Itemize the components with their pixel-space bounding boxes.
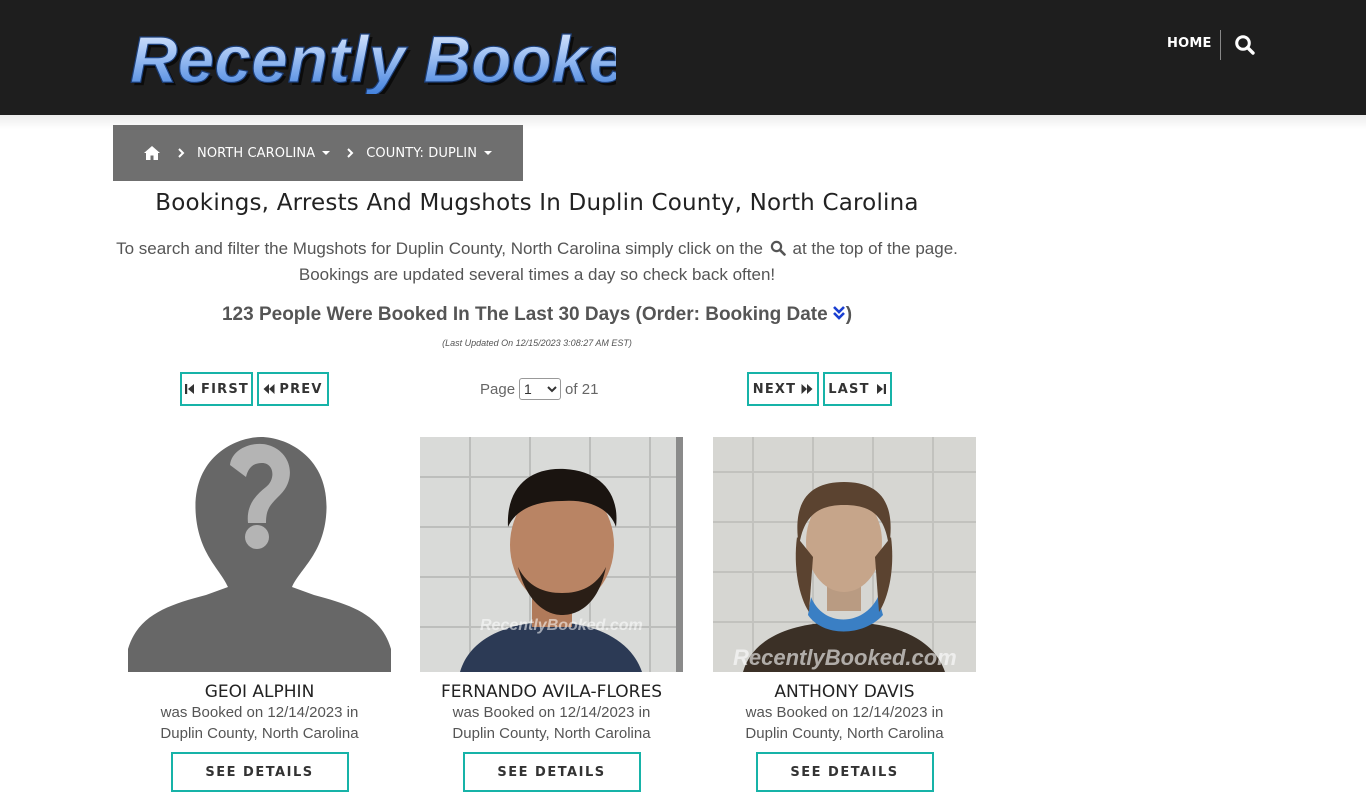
prev-page-label: PREV [279, 381, 323, 397]
booking-location-text: Duplin County, North Carolina [745, 725, 944, 742]
see-details-button[interactable]: SEE DETAILS [755, 752, 934, 792]
intro-text-part1: To search and filter the Mugshots for Du… [116, 239, 764, 258]
last-updated: (Last Updated On 12/15/2023 3:08:27 AM E… [442, 338, 632, 348]
caret-down-icon [484, 151, 493, 155]
breadcrumb: NORTH CAROLINA COUNTY: DUPLIN [113, 125, 523, 181]
page-select[interactable]: 1 [519, 378, 562, 400]
booking-count-text: 123 People Were Booked In The Last 30 Da… [221, 304, 828, 325]
intro-text: To search and filter the Mugshots for Du… [113, 236, 961, 288]
booking-count-close: ) [845, 304, 853, 325]
inmate-name[interactable]: FERNANDO AVILA-FLORES [420, 682, 683, 702]
see-details-button[interactable]: SEE DETAILS [170, 752, 349, 792]
last-page-label: LAST [828, 381, 870, 397]
first-page-button[interactable]: FIRST [180, 372, 253, 406]
nav-divider [1220, 30, 1221, 60]
site-header: Recently Booked Recently Booked HOME [0, 0, 1366, 115]
svg-text:Recently Booked: Recently Booked [130, 22, 616, 94]
booking-date-text: was Booked on 12/14/2023 in [745, 704, 944, 721]
next-page-button[interactable]: NEXT [747, 372, 819, 406]
site-logo[interactable]: Recently Booked Recently Booked [126, 18, 670, 99]
page-title: Bookings, Arrests And Mugshots In Duplin… [155, 190, 919, 216]
last-page-button[interactable]: LAST [823, 372, 892, 406]
search-icon[interactable] [1234, 34, 1256, 56]
nav-home-link[interactable]: HOME [1167, 36, 1212, 51]
chevron-right-icon [177, 148, 185, 158]
mugshot-placeholder-image[interactable] [128, 437, 391, 672]
booking-card: RecentlyBooked.com FERNANDO AVILA-FLORES… [420, 437, 683, 792]
page-label: Page [480, 380, 516, 398]
sort-order-icon[interactable] [832, 305, 846, 321]
mugshot-image[interactable]: RecentlyBooked.com [713, 437, 976, 672]
booking-card: RecentlyBooked.com ANTHONY DAVIS was Boo… [713, 437, 976, 792]
inmate-name[interactable]: GEOI ALPHIN [128, 682, 391, 702]
mugshot-image[interactable]: RecentlyBooked.com [420, 437, 683, 672]
booking-location-text: Duplin County, North Carolina [452, 725, 651, 742]
rewind-icon [263, 384, 275, 394]
svg-text:RecentlyBooked.com: RecentlyBooked.com [480, 617, 643, 634]
intro-text-line2: Bookings are updated several times a day… [298, 265, 776, 284]
see-details-button[interactable]: SEE DETAILS [462, 752, 641, 792]
skip-end-icon [876, 384, 886, 394]
breadcrumb-state-dropdown[interactable]: NORTH CAROLINA [197, 145, 331, 161]
fast-forward-icon [801, 384, 813, 394]
search-icon [770, 238, 786, 256]
booking-location-text: Duplin County, North Carolina [160, 725, 359, 742]
booking-date-text: was Booked on 12/14/2023 in [160, 704, 359, 721]
booking-card: GEOI ALPHIN was Booked on 12/14/2023 in … [128, 437, 391, 792]
page-selector: Page 1 of 21 [480, 378, 598, 400]
booking-count: 123 People Were Booked In The Last 30 Da… [113, 304, 961, 326]
chevron-right-icon [346, 148, 354, 158]
breadcrumb-county-label: COUNTY: DUPLIN [366, 145, 478, 161]
breadcrumb-state-label: NORTH CAROLINA [197, 145, 316, 161]
page-total-label: of 21 [565, 380, 599, 398]
breadcrumb-county-dropdown[interactable]: COUNTY: DUPLIN [366, 145, 493, 161]
svg-text:RecentlyBooked.com: RecentlyBooked.com [733, 645, 957, 670]
home-icon[interactable] [143, 145, 161, 161]
next-page-label: NEXT [752, 381, 797, 397]
prev-page-button[interactable]: PREV [257, 372, 329, 406]
caret-down-icon [322, 151, 331, 155]
intro-text-part2: at the top of the page. [792, 239, 958, 258]
inmate-name[interactable]: ANTHONY DAVIS [713, 682, 976, 702]
logo-wordmark: Recently Booked Recently Booked [129, 21, 670, 99]
first-page-label: FIRST [201, 381, 249, 397]
booking-date-text: was Booked on 12/14/2023 in [452, 704, 651, 721]
skip-start-icon [185, 384, 195, 394]
